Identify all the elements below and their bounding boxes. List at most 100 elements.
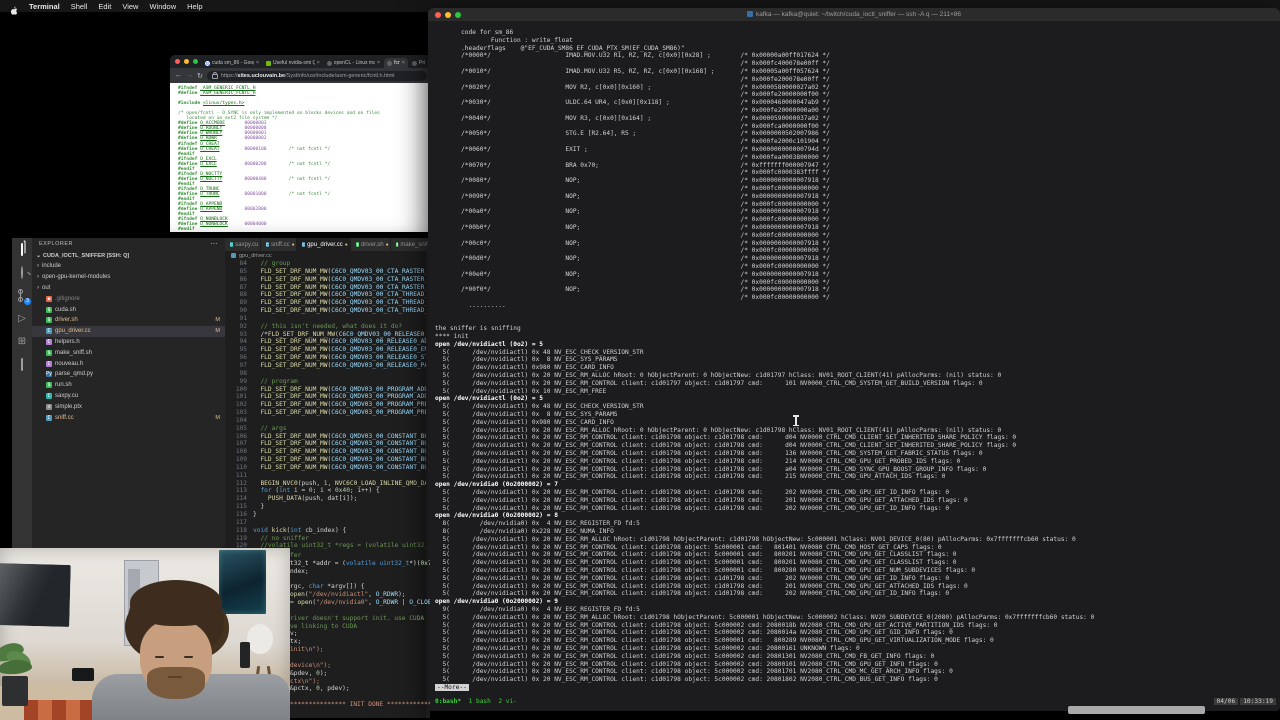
google-favicon-icon: G — [205, 60, 210, 66]
sh-file-icon: $ — [356, 242, 359, 247]
terminal-line: /* 0x000fc00000000000 */ — [435, 262, 830, 270]
browser-tab[interactable]: fcntl.h× — [384, 58, 408, 68]
terminal-line: open /dev/nvidiactl (0o2) = 5 — [435, 395, 544, 403]
terminal-line: 5( /dev/nvidiactl) 0x 20 NV_ESC_RM_CONTR… — [435, 660, 938, 668]
tab-title: cuda sm_86 - Google Search — [212, 60, 254, 66]
file-name: simple.ptx — [55, 403, 83, 410]
search-icon[interactable] — [16, 266, 28, 279]
code-line: 110 FLD_SET_DRF_NUM_MW(C6C0_QMDV03_00_CO… — [225, 464, 426, 472]
menu-item-edit[interactable]: Edit — [98, 2, 111, 11]
tmux-window-2[interactable]: 2 vi- — [498, 698, 517, 705]
tmux-window-0[interactable]: 0:bash* — [435, 698, 461, 705]
file-item-.gitignore[interactable]: ◆ .gitignore — [32, 293, 225, 304]
terminal-line: /* 0x000fc00000000000 */ — [435, 200, 830, 208]
file-item-sniff.cc[interactable]: Csniff.cc M — [32, 412, 225, 423]
file-item-driver.sh[interactable]: $ driver.sh M — [32, 315, 225, 326]
terminal-line: /*00e0*/ NOP; /* 0x0000000000007918 */ — [435, 270, 830, 278]
terminal-output[interactable]: code for sm_86 Function : write_float .h… — [435, 29, 1278, 695]
tab-label: saxpy.cu — [235, 241, 259, 248]
remote-explorer-icon[interactable] — [16, 358, 28, 371]
menu-item-shell[interactable]: Shell — [71, 2, 88, 11]
file-item-include[interactable]: › include — [32, 261, 225, 272]
code-line: 99 // program — [225, 378, 426, 386]
file-item-simple.ptx[interactable]: ≡ simple.ptx — [32, 401, 225, 412]
editor-tab-sniff.cc[interactable]: Csniff.cc ● — [260, 238, 297, 251]
browser-window: Gcuda sm_86 - Google Search×Useful nvidi… — [170, 55, 432, 232]
breadcrumb[interactable]: gpu_driver.cc — [225, 251, 430, 260]
code-line: 111 — [225, 472, 426, 480]
file-item-helpers.h[interactable]: Chelpers.h — [32, 337, 225, 348]
browser-tab[interactable]: openCL - Linux manual page× — [324, 58, 383, 68]
covered-code-fragment: ctx\n"); — [290, 677, 320, 685]
browser-traffic-lights[interactable] — [175, 59, 198, 64]
apple-icon[interactable] — [10, 2, 18, 15]
terminal-line: 5( /dev/nvidiactl) 0x 20 NV_ESC_RM_CONTR… — [435, 379, 983, 387]
background-window-sliver — [1068, 706, 1205, 714]
browser-tab-bar: Gcuda sm_86 - Google Search×Useful nvidi… — [170, 55, 432, 68]
close-window-button[interactable] — [175, 59, 180, 64]
code-line: 118 void kick(int cb_index) { — [225, 527, 426, 535]
file-item-run.sh[interactable]: $ run.sh — [32, 380, 225, 391]
line-number: 110 — [235, 463, 247, 471]
close-tab-icon[interactable]: × — [377, 60, 380, 66]
terminal-line: /*00c0*/ NOP; /* 0x0000000000007918 */ — [435, 239, 830, 247]
editor-tab-gpu_driver.cc[interactable]: Cgpu_driver.cc●× — [296, 238, 352, 251]
line-number: 115 — [235, 503, 247, 511]
close-tab-icon[interactable]: × — [317, 60, 320, 66]
back-icon[interactable]: ← — [175, 72, 182, 79]
file-item-gpu_driver.cc[interactable]: Cgpu_driver.cc M — [32, 325, 225, 337]
tab-title: openCL - Linux manual page — [333, 60, 375, 66]
workspace-root[interactable]: ⌄ CUDA_IOCTL_SNIFFER [SSH: Q] — [32, 250, 225, 261]
code-line: 109 FLD_SET_DRF_NUM_MW(C6C0_QMDV03_00_CO… — [225, 456, 426, 464]
menu-item-window[interactable]: Window — [149, 2, 176, 11]
tmux-window-1[interactable]: 1 bash — [469, 698, 491, 705]
line-number: 87 — [239, 283, 247, 291]
menu-item-view[interactable]: View — [122, 2, 138, 11]
file-name: driver.sh — [55, 317, 78, 324]
terminal-line: 5( /dev/nvidiactl) 0x 8 NV_ESC_SYS_PARAM… — [435, 411, 618, 419]
file-item-out[interactable]: › out — [32, 283, 225, 294]
forward-icon[interactable]: → — [186, 72, 193, 79]
menu-item-terminal[interactable]: Terminal — [29, 2, 60, 11]
file-item-open-gpu-kernel-modules[interactable]: › open-gpu-kernel-modules — [32, 272, 225, 283]
run-debug-icon[interactable]: ▷ — [16, 313, 28, 325]
file-item-make_sniff.sh[interactable]: $ make_sniff.sh — [32, 347, 225, 358]
close-tab-icon[interactable]: × — [256, 60, 259, 66]
file-item-saxpy.cu[interactable]: Csaxpy.cu — [32, 391, 225, 402]
close-tab-icon[interactable]: × — [402, 60, 405, 66]
source-control-icon[interactable]: 3 — [16, 290, 31, 305]
terminal-line: /*0070*/ BRA 0x70; /* 0xfffffff000007947… — [435, 161, 830, 169]
line-number: 94 — [239, 338, 247, 346]
file-item-parse_qmd.py[interactable]: Py parse_qmd.py — [32, 369, 225, 380]
explorer-icon[interactable] — [16, 243, 28, 256]
browser-tab[interactable]: Gcuda sm_86 - Google Search× — [202, 58, 262, 68]
plant-pot — [2, 676, 28, 706]
code-line: 90 FLD_SET_DRF_NUM_MW(C6C0_QMDV03_00_CTA… — [225, 307, 426, 315]
menu-items: Terminal Shell Edit View Window Help — [29, 2, 203, 11]
reload-icon[interactable]: ↻ — [197, 72, 203, 80]
browser-tab[interactable]: Useful nvidia-smi Queries | N× — [263, 58, 323, 68]
more-actions-icon[interactable]: ⋯ — [211, 240, 219, 248]
terminal-line: /* 0x000fc0000383ffff */ — [435, 169, 830, 177]
code-editor[interactable]: 84 // group 85 FLD_SET_DRF_NUM_MW(C6C0_QM… — [225, 260, 426, 550]
line-number: 102 — [235, 401, 247, 409]
file-name: saxpy.cu — [55, 392, 79, 399]
file-item-nouveau.h[interactable]: Cnouveau.h — [32, 358, 225, 369]
minimize-window-button[interactable] — [184, 59, 189, 64]
line-number: 113 — [235, 487, 247, 495]
editor-tab-driver.sh[interactable]: $ driver.sh ● — [351, 238, 391, 251]
menu-item-help[interactable]: Help — [187, 2, 202, 11]
terminal-line: 5( /dev/nvidiactl) 0x 20 NV_ESC_RM_CONTR… — [435, 559, 957, 567]
editor-tab-make_snif[interactable]: $ make_snif — [390, 238, 430, 251]
modified-badge: M — [215, 317, 220, 324]
zoom-window-button[interactable] — [193, 59, 198, 64]
line-number: 116 — [235, 511, 247, 518]
modified-badge: M — [215, 328, 220, 335]
covered-code-fragment: &pdev, 0); — [290, 669, 328, 677]
extensions-icon[interactable]: ⊞ — [16, 336, 28, 348]
line-number: 119 — [235, 534, 247, 542]
file-item-cuda.sh[interactable]: $ cuda.sh — [32, 304, 225, 315]
editor-tab-saxpy.cu[interactable]: Csaxpy.cu — [225, 238, 261, 251]
address-bar[interactable]: https://sites.uclouvain.be/SystInfo/usr/… — [206, 70, 427, 81]
